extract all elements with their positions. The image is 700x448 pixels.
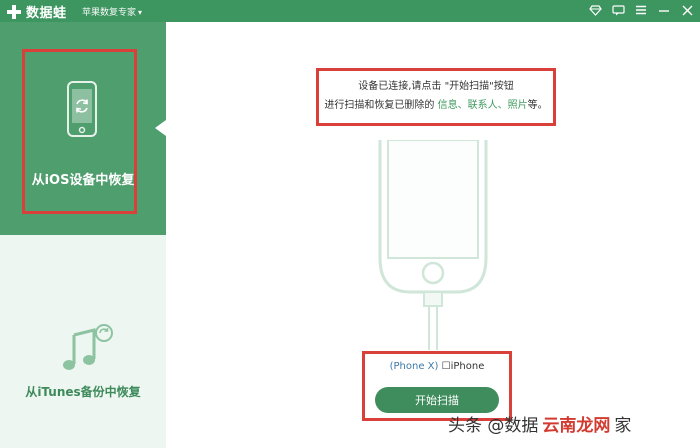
sidebar: 从iOS设备中恢复 从iTunes备份中恢复	[0, 22, 166, 448]
message-line-2: 进行扫描和恢复已删除的 信息、联系人、照片等。	[319, 96, 553, 115]
active-pointer	[155, 120, 166, 136]
instruction-message: 设备已连接,请点击 "开始扫描"按钮 进行扫描和恢复已删除的 信息、联系人、照片…	[316, 68, 556, 126]
connected-phone-illustration	[378, 140, 488, 350]
brand-name: 数据蛙	[26, 6, 67, 21]
chevron-down-icon: ▾	[138, 8, 143, 17]
highlight-box-ios	[22, 49, 137, 214]
sidebar-item-itunes-backup[interactable]: 从iTunes备份中恢复	[0, 235, 166, 448]
title-bar: 数据蛙 苹果数复专家 ▾	[0, 0, 700, 22]
sidebar-item-label: 从iTunes备份中恢复	[25, 385, 141, 399]
message-icon[interactable]	[611, 3, 625, 17]
menu-icon[interactable]	[634, 3, 648, 17]
product-name: 苹果数复专家	[82, 8, 137, 18]
device-info: (Phone X) ☐iPhone	[365, 361, 509, 372]
main-panel: 设备已连接,请点击 "开始扫描"按钮 进行扫描和恢复已删除的 信息、联系人、照片…	[166, 22, 700, 448]
device-model: (Phone X)	[389, 361, 439, 372]
device-name: ☐iPhone	[441, 361, 485, 372]
close-icon[interactable]	[680, 3, 694, 17]
watermark-prefix: 头条 @数据	[448, 416, 539, 436]
frog-logo-icon	[7, 4, 21, 19]
watermark-brand: 云南龙网	[542, 416, 611, 436]
watermark: 头条 @数据 云南龙网家	[448, 411, 631, 436]
product-selector[interactable]: 苹果数复专家 ▾	[82, 5, 142, 18]
message-line-1: 设备已连接,请点击 "开始扫描"按钮	[358, 81, 514, 92]
diamond-icon[interactable]	[588, 3, 602, 17]
minimize-icon[interactable]	[657, 3, 671, 17]
brand: 数据蛙	[6, 2, 67, 21]
music-note-refresh-icon	[63, 324, 113, 370]
start-scan-button[interactable]: 开始扫描	[375, 387, 499, 413]
message-suffix: 等。	[527, 100, 548, 111]
window-controls	[588, 3, 694, 17]
message-keywords: 信息、联系人、照片	[437, 100, 528, 111]
watermark-suffix: 家	[614, 416, 632, 436]
message-prefix: 进行扫描和恢复已删除的	[324, 100, 438, 111]
